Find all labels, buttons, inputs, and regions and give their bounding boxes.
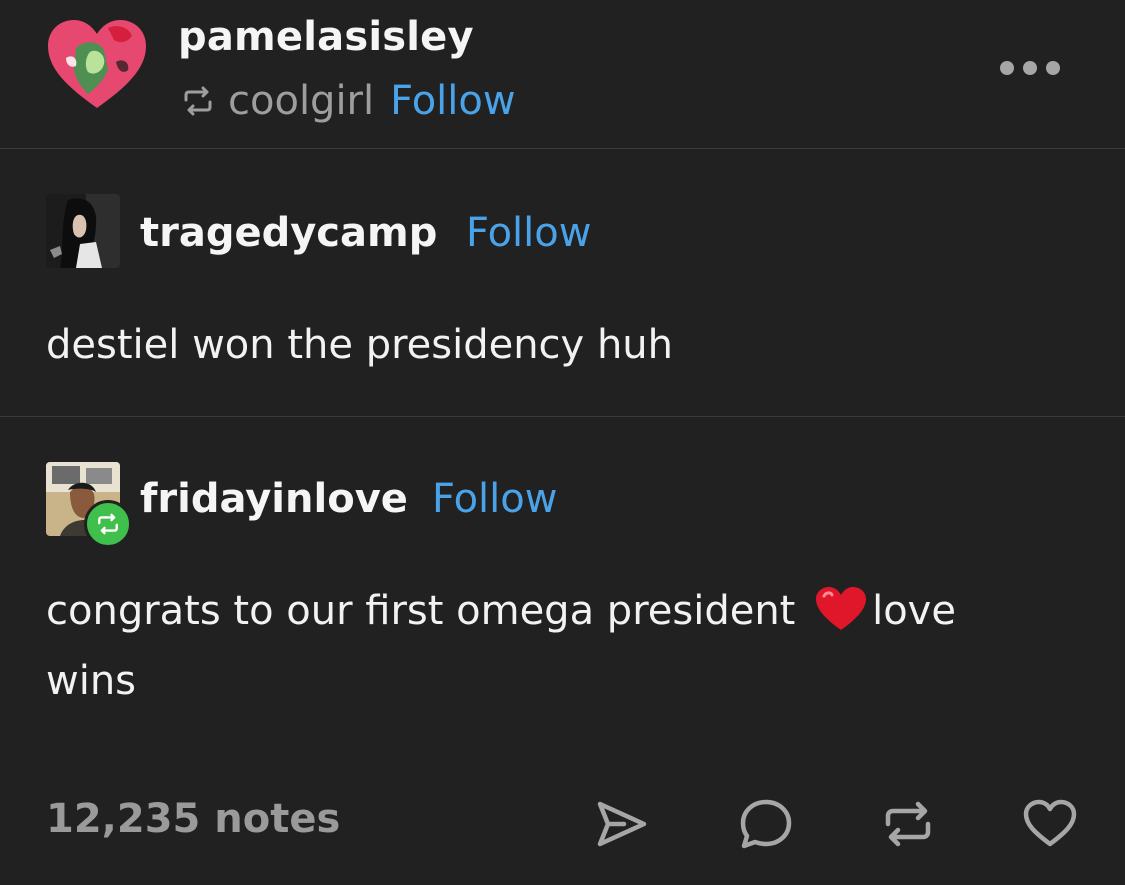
divider (0, 148, 1125, 149)
heart-avatar[interactable] (46, 18, 148, 112)
notes-count[interactable]: 12,235 notes (46, 796, 340, 842)
more-options-icon[interactable] (1000, 58, 1060, 78)
follow-button-fridayinlove[interactable]: Follow (432, 476, 557, 522)
more-dot (1046, 61, 1060, 75)
reply-icon[interactable] (738, 796, 794, 852)
reblog-icon[interactable] (880, 796, 936, 852)
reblog-source-line: coolgirl Follow (180, 78, 516, 124)
follow-button-tragedycamp[interactable]: Follow (466, 210, 591, 256)
reblog-icon (184, 86, 212, 116)
trail-avatar-tragedycamp[interactable] (46, 194, 120, 268)
more-dot (1000, 61, 1014, 75)
share-icon[interactable] (594, 796, 650, 852)
trail-username-tragedycamp[interactable]: tragedycamp (140, 210, 437, 256)
like-icon[interactable] (1022, 796, 1078, 852)
tumblr-post: pamelasisley coolgirl Follow tragedycamp (0, 0, 1125, 885)
avatar-photo (46, 194, 120, 268)
follow-button-coolgirl[interactable]: Follow (390, 78, 515, 124)
post-header: pamelasisley coolgirl Follow (0, 0, 1125, 148)
trail-text-part: congrats to our first omega president (46, 588, 809, 634)
trail-text-tragedycamp: destiel won the presidency huh (46, 322, 673, 368)
divider (0, 416, 1125, 417)
post-author-username[interactable]: pamelasisley (178, 14, 474, 60)
more-dot (1023, 61, 1037, 75)
reblog-badge-icon (84, 500, 132, 548)
trail-username-fridayinlove[interactable]: fridayinlove (140, 476, 408, 522)
heart-emoji (816, 587, 867, 630)
reblogged-from-username[interactable]: coolgirl (228, 78, 374, 124)
trail-text-fridayinlove: congrats to our first omega president lo… (46, 576, 1056, 716)
